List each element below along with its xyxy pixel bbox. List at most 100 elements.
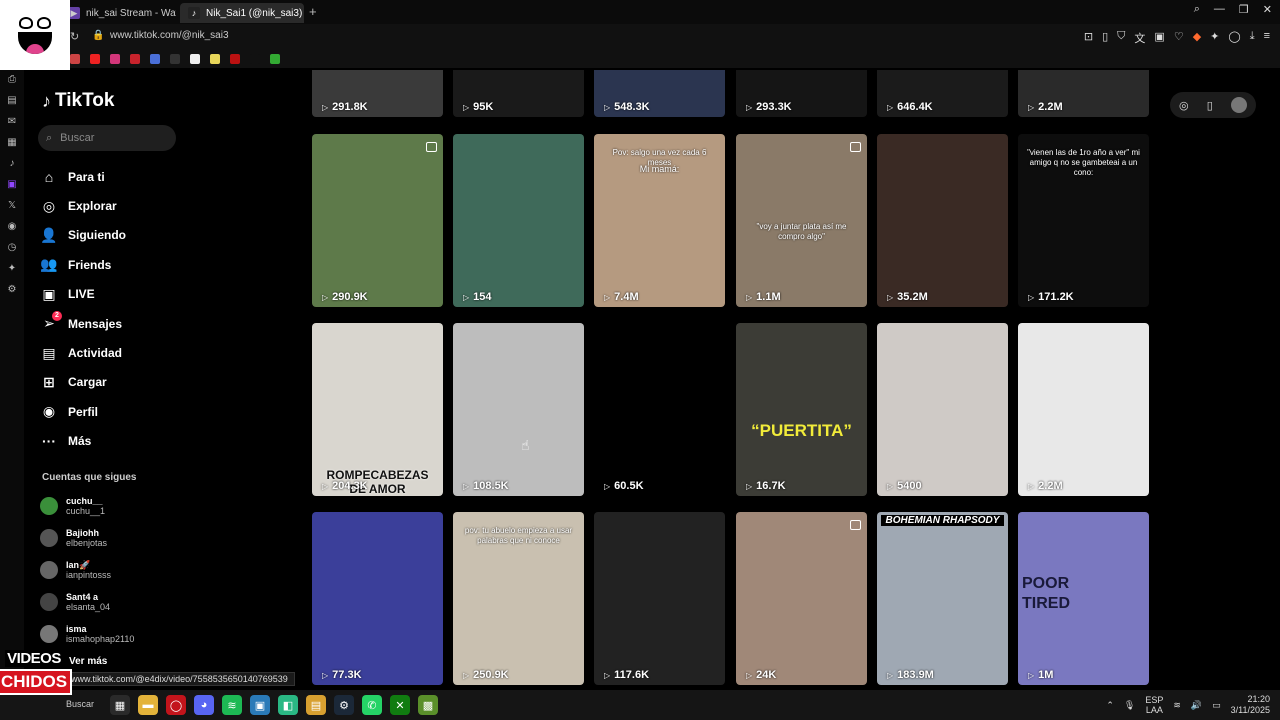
video-thumbnail[interactable]: ▷ 95K bbox=[453, 70, 584, 117]
clock[interactable]: 21:20 3/11/2025 bbox=[1231, 694, 1270, 716]
bookmark-icon[interactable] bbox=[230, 54, 240, 64]
reload-icon[interactable]: ↻ bbox=[70, 30, 79, 43]
video-thumbnail[interactable]: "voy a juntar plata así me compro algo" ▷… bbox=[736, 134, 867, 307]
gmail-bookmark-icon[interactable] bbox=[70, 54, 80, 64]
doc-bookmark-icon[interactable] bbox=[190, 54, 200, 64]
steam-icon[interactable]: ⚙ bbox=[334, 695, 354, 715]
video-thumbnail[interactable]: ▷ 291.8K bbox=[312, 70, 443, 117]
tiktok-side-icon[interactable]: ♪ bbox=[10, 158, 15, 169]
url-field[interactable]: www.tiktok.com/@nik_sai3 bbox=[110, 30, 229, 41]
download-icon[interactable]: ⤓ bbox=[1250, 30, 1255, 46]
task-view-icon[interactable]: ▦ bbox=[110, 695, 130, 715]
video-thumbnail[interactable]: ▷ 77.3K bbox=[312, 512, 443, 685]
x-icon[interactable]: 𝕏 bbox=[8, 200, 16, 211]
nav-item-more[interactable]: ··· Más bbox=[40, 427, 126, 456]
followed-account[interactable]: isma ismahophap2110 bbox=[40, 618, 134, 650]
language-indicator[interactable]: ESP LAA bbox=[1145, 695, 1163, 715]
puzzle-icon[interactable]: ✦ bbox=[8, 263, 16, 274]
photos-icon[interactable]: ▣ bbox=[250, 695, 270, 715]
video-thumbnail[interactable]: POOR TIRED ▷ 1M bbox=[1018, 512, 1149, 685]
video-thumbnail[interactable]: ▷ 293.3K bbox=[736, 70, 867, 117]
files-icon[interactable]: ▤ bbox=[306, 695, 326, 715]
browser-tab-tiktok[interactable]: ♪ Nik_Sai1 (@nik_sai3) | Tik bbox=[180, 3, 304, 23]
wallet-icon[interactable]: ▣ bbox=[1154, 30, 1164, 46]
menu-icon[interactable]: ≡ bbox=[1264, 30, 1270, 46]
nav-item-profile-avatar[interactable]: ◉ Perfil bbox=[40, 397, 126, 426]
app-icon[interactable]: ◧ bbox=[278, 695, 298, 715]
nav-item-messages[interactable]: ➢ 2 Mensajes bbox=[40, 309, 126, 338]
video-thumbnail[interactable]: ▷ 2.2M bbox=[1018, 323, 1149, 496]
history-icon[interactable]: ◷ bbox=[8, 242, 17, 253]
file-explorer-icon[interactable]: ▬ bbox=[138, 695, 158, 715]
pinterest-bookmark-icon[interactable] bbox=[130, 54, 140, 64]
chevron-up-icon[interactable]: ⌃ bbox=[1106, 700, 1114, 711]
search-tabs-icon[interactable]: ⌕ bbox=[1194, 3, 1200, 16]
video-thumbnail[interactable]: ▷ 35.2M bbox=[877, 134, 1008, 307]
pin-icon[interactable]: ⊡ bbox=[1084, 30, 1093, 46]
nav-item-following[interactable]: 👤 Siguiendo bbox=[40, 221, 126, 250]
opera-icon[interactable]: ◯ bbox=[166, 695, 186, 715]
video-thumbnail[interactable]: ▷ 154 bbox=[453, 134, 584, 307]
volume-icon[interactable]: 🔊 bbox=[1191, 700, 1202, 711]
video-thumbnail[interactable]: ▷ 117.6K bbox=[594, 512, 725, 685]
see-more-link[interactable]: Ver más bbox=[69, 656, 107, 667]
settings-icon[interactable]: ⚙ bbox=[8, 284, 17, 295]
tiktok-bookmark-icon[interactable] bbox=[170, 54, 180, 64]
wifi-icon[interactable]: ≋ bbox=[1173, 700, 1181, 711]
player-icon[interactable]: ◉ bbox=[8, 221, 17, 232]
youtube-bookmark-icon[interactable] bbox=[90, 54, 100, 64]
whatsapp-icon[interactable]: ✆ bbox=[362, 695, 382, 715]
shield-icon[interactable]: ⛉ bbox=[1117, 30, 1125, 46]
app-bookmark-icon[interactable] bbox=[150, 54, 160, 64]
video-thumbnail[interactable]: ▷ 646.4K bbox=[877, 70, 1008, 117]
video-thumbnail[interactable]: ▷ 5400 bbox=[877, 323, 1008, 496]
search-input[interactable]: ⌕ Buscar bbox=[38, 125, 176, 151]
translate-icon[interactable]: 文 bbox=[1134, 30, 1145, 46]
bookmark-icon[interactable] bbox=[210, 54, 220, 64]
video-thumbnail[interactable]: ROMPECABEZAS DE AMOR ▷ 204.3K bbox=[312, 323, 443, 496]
video-thumbnail[interactable]: ▷ 108.5K bbox=[453, 323, 584, 496]
video-thumbnail[interactable]: ▷ 2.2M bbox=[1018, 70, 1149, 117]
video-thumbnail[interactable]: “PUERTITA” ▷ 16.7K bbox=[736, 323, 867, 496]
device-icon[interactable]: ▯ bbox=[1207, 99, 1213, 112]
followed-account[interactable]: Bajiohh elbenjotas bbox=[40, 522, 134, 554]
app-icon[interactable]: ⎙ bbox=[8, 74, 16, 85]
twitch-side-icon[interactable]: ▣ bbox=[7, 179, 16, 190]
nav-item-activity[interactable]: ▤ Actividad bbox=[40, 338, 126, 367]
xbox-icon[interactable]: ✕ bbox=[390, 695, 410, 715]
mail-icon[interactable]: ✉ bbox=[8, 116, 16, 127]
video-thumbnail[interactable]: "vienen las de 1ro año a ver" mi amigo q… bbox=[1018, 134, 1149, 307]
app-icon[interactable]: ▦ bbox=[7, 137, 16, 148]
video-thumbnail[interactable]: BOHEMIAN RHAPSODY ▷ 183.9M bbox=[877, 512, 1008, 685]
instagram-bookmark-icon[interactable] bbox=[110, 54, 120, 64]
bookmark-icon[interactable] bbox=[270, 54, 280, 64]
lock-icon[interactable]: 🔒 bbox=[92, 30, 104, 41]
video-thumbnail[interactable]: Pov: salgo una vez cada 6 meses Mi mamá: ▷… bbox=[594, 134, 725, 307]
user-avatar-icon[interactable] bbox=[1230, 97, 1247, 113]
nav-item-compass[interactable]: ◎ Explorar bbox=[40, 191, 126, 220]
tiktok-logo[interactable]: ♪ TikTok bbox=[42, 90, 114, 112]
bookmark-icon[interactable]: ▯ bbox=[1102, 30, 1108, 46]
brave-icon[interactable]: ◆ bbox=[1193, 30, 1201, 46]
bookmark-icon[interactable] bbox=[250, 54, 260, 64]
minecraft-icon[interactable]: ▩ bbox=[418, 695, 438, 715]
maximize-icon[interactable]: ❐ bbox=[1239, 3, 1249, 16]
followed-account[interactable]: Ian🚀 ianpintosss bbox=[40, 554, 134, 586]
battery-icon[interactable]: ▭ bbox=[1212, 700, 1221, 711]
video-thumbnail[interactable]: ▷ 290.9K bbox=[312, 134, 443, 307]
discord-icon[interactable]: ◕ bbox=[194, 695, 214, 715]
followed-account[interactable]: Sant4 a elsanta_04 bbox=[40, 586, 134, 618]
minimize-icon[interactable]: — bbox=[1214, 3, 1225, 16]
nav-item-home[interactable]: ⌂ Para ti bbox=[40, 162, 126, 191]
nav-item-live[interactable]: ▣ LIVE bbox=[40, 280, 126, 309]
extensions-icon[interactable]: ✦ bbox=[1210, 30, 1219, 46]
video-thumbnail[interactable]: ▷ 24K bbox=[736, 512, 867, 685]
video-thumbnail[interactable]: ▷ 60.5K bbox=[594, 323, 725, 496]
video-thumbnail[interactable]: pov: tu abuelo empieza a usar palabras q… bbox=[453, 512, 584, 685]
taskbar-search[interactable]: Buscar bbox=[66, 699, 94, 709]
nav-item-friends[interactable]: 👥 Friends bbox=[40, 250, 126, 279]
news-icon[interactable]: ▤ bbox=[7, 95, 16, 106]
video-thumbnail[interactable]: ▷ 548.3K bbox=[594, 70, 725, 117]
profile-icon[interactable]: ◯ bbox=[1228, 30, 1240, 46]
nav-item-upload[interactable]: ⊞ Cargar bbox=[40, 368, 126, 397]
